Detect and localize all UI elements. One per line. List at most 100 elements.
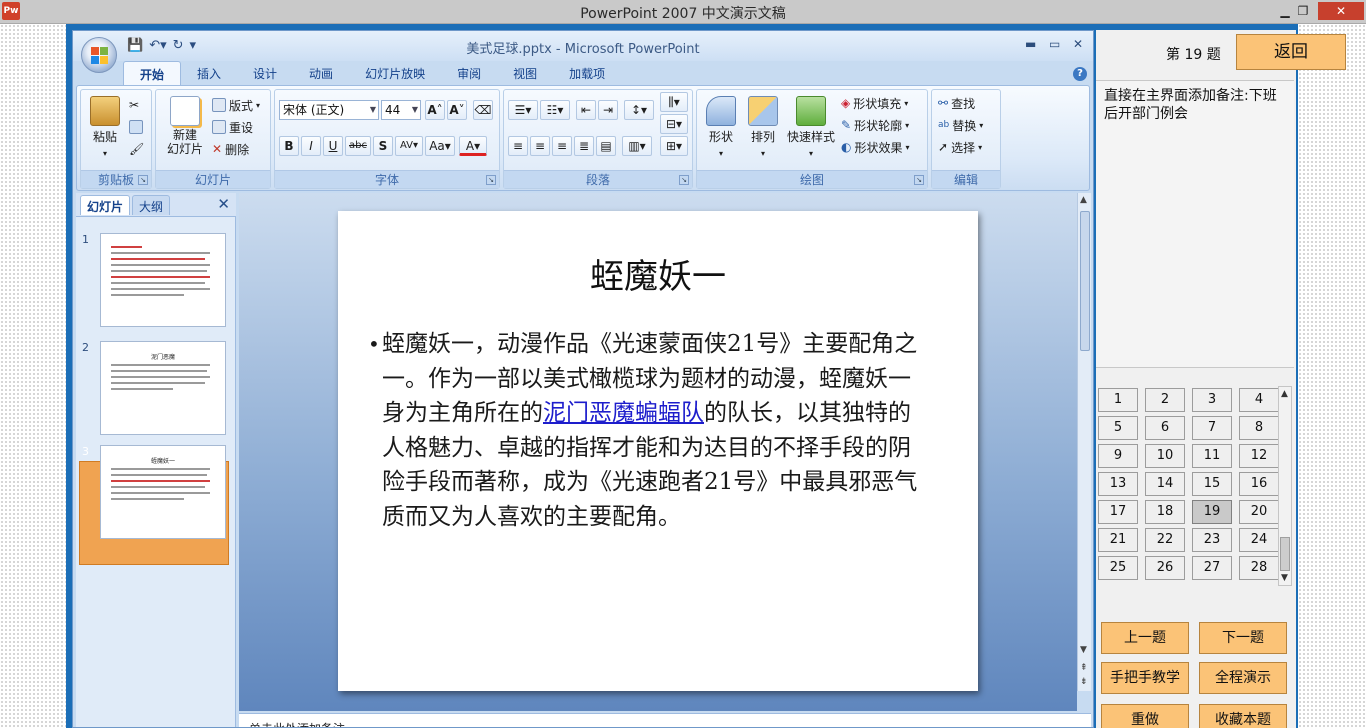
clear-format-button[interactable]: ⌫ bbox=[473, 100, 493, 120]
justify-button[interactable]: ≣ bbox=[574, 136, 594, 156]
columns-button[interactable]: ▥▾ bbox=[622, 136, 652, 156]
slide-vertical-scrollbar[interactable]: ▲ ▼ ⇞ ⇟ bbox=[1077, 193, 1091, 691]
change-case-button[interactable]: Aa▾ bbox=[425, 136, 455, 156]
drawing-launcher-icon[interactable]: ↘ bbox=[914, 175, 924, 185]
align-center-button[interactable]: ≡ bbox=[530, 136, 550, 156]
question-number-button[interactable]: 7 bbox=[1192, 416, 1232, 440]
question-number-button[interactable]: 9 bbox=[1098, 444, 1138, 468]
close-pane-icon[interactable]: ✕ bbox=[217, 195, 230, 213]
format-painter-button[interactable]: 🖌 bbox=[129, 140, 144, 158]
font-launcher-icon[interactable]: ↘ bbox=[486, 175, 496, 185]
paste-button[interactable]: 粘贴 ▾ bbox=[85, 96, 125, 159]
strikethrough-button[interactable]: abc bbox=[345, 136, 371, 156]
ppt-restore-button[interactable]: ▭ bbox=[1049, 37, 1060, 51]
slide-body[interactable]: • 蛭魔妖一，动漫作品《光速蒙面侠21号》主要配角之一。作为一部以美式橄榄球为题… bbox=[368, 327, 922, 534]
slide-title[interactable]: 蛭魔妖一 bbox=[338, 249, 978, 298]
tab-view[interactable]: 视图 bbox=[497, 61, 553, 85]
char-spacing-button[interactable]: AV▾ bbox=[395, 136, 423, 156]
tab-outline[interactable]: 大纲 bbox=[132, 195, 171, 215]
shadow-button[interactable]: S bbox=[373, 136, 393, 156]
smartart-button[interactable]: ⊞▾ bbox=[660, 136, 688, 156]
question-number-button[interactable]: 4 bbox=[1239, 388, 1279, 412]
notes-pane[interactable]: 单击此处添加备注 bbox=[239, 713, 1091, 727]
tab-slideshow[interactable]: 幻灯片放映 bbox=[349, 61, 441, 85]
shapes-button[interactable]: 形状 ▾ bbox=[701, 96, 741, 159]
question-number-button[interactable]: 23 bbox=[1192, 528, 1232, 552]
question-number-button[interactable]: 6 bbox=[1145, 416, 1185, 440]
question-number-button[interactable]: 21 bbox=[1098, 528, 1138, 552]
reset-button[interactable]: 重设 bbox=[212, 118, 253, 136]
text-direction-button[interactable]: ⫼▾ bbox=[660, 92, 688, 112]
numbering-button[interactable]: ☷▾ bbox=[540, 100, 570, 120]
thumbnail-slide-2[interactable]: 泥门恶魔 bbox=[100, 341, 226, 435]
question-number-button[interactable]: 3 bbox=[1192, 388, 1232, 412]
find-button[interactable]: ⚯ 查找 bbox=[938, 94, 975, 112]
tab-addins[interactable]: 加载项 bbox=[553, 61, 621, 85]
question-number-button[interactable]: 16 bbox=[1239, 472, 1279, 496]
question-number-button[interactable]: 25 bbox=[1098, 556, 1138, 580]
font-color-button[interactable]: A▾ bbox=[459, 136, 487, 156]
question-number-button[interactable]: 8 bbox=[1239, 416, 1279, 440]
tutorial-button[interactable]: 手把手教学 bbox=[1101, 662, 1189, 694]
underline-button[interactable]: U bbox=[323, 136, 343, 156]
cut-button[interactable]: ✂ bbox=[129, 96, 139, 114]
layout-button[interactable]: 版式 ▾ bbox=[212, 96, 260, 114]
favorite-button[interactable]: 收藏本题 bbox=[1199, 704, 1287, 728]
thumbnail-slide-3[interactable]: 蛭魔妖一 bbox=[100, 445, 226, 539]
close-button[interactable]: ✕ bbox=[1318, 2, 1364, 20]
tab-slides[interactable]: 幻灯片 bbox=[80, 195, 131, 215]
question-number-button[interactable]: 20 bbox=[1239, 500, 1279, 524]
maximize-button[interactable]: ❐ bbox=[1290, 2, 1316, 20]
thumbnail-slide-1[interactable] bbox=[100, 233, 226, 327]
align-text-button[interactable]: ⊟▾ bbox=[660, 114, 688, 134]
question-number-button[interactable]: 10 bbox=[1145, 444, 1185, 468]
line-spacing-button[interactable]: ↕▾ bbox=[624, 100, 654, 120]
shape-outline-button[interactable]: ✎ 形状轮廓 ▾ bbox=[841, 116, 909, 134]
question-number-button[interactable]: 19 bbox=[1192, 500, 1232, 524]
full-demo-button[interactable]: 全程演示 bbox=[1199, 662, 1287, 694]
select-button[interactable]: ➚ 选择 ▾ bbox=[938, 138, 982, 156]
question-number-button[interactable]: 17 bbox=[1098, 500, 1138, 524]
shrink-font-button[interactable]: A˅ bbox=[447, 100, 467, 120]
question-number-button[interactable]: 13 bbox=[1098, 472, 1138, 496]
office-button[interactable] bbox=[81, 37, 117, 73]
question-number-button[interactable]: 2 bbox=[1145, 388, 1185, 412]
prev-question-button[interactable]: 上一题 bbox=[1101, 622, 1189, 654]
redo-question-button[interactable]: 重做 bbox=[1101, 704, 1189, 728]
tab-insert[interactable]: 插入 bbox=[181, 61, 237, 85]
question-number-button[interactable]: 12 bbox=[1239, 444, 1279, 468]
question-number-button[interactable]: 22 bbox=[1145, 528, 1185, 552]
help-icon[interactable]: ? bbox=[1073, 67, 1087, 81]
italic-button[interactable]: I bbox=[301, 136, 321, 156]
question-number-button[interactable]: 18 bbox=[1145, 500, 1185, 524]
quick-styles-button[interactable]: 快速样式 ▾ bbox=[785, 96, 837, 159]
bullets-button[interactable]: ☰▾ bbox=[508, 100, 538, 120]
paragraph-launcher-icon[interactable]: ↘ bbox=[679, 175, 689, 185]
question-number-button[interactable]: 26 bbox=[1145, 556, 1185, 580]
question-number-button[interactable]: 28 bbox=[1239, 556, 1279, 580]
tab-home[interactable]: 开始 bbox=[123, 61, 182, 85]
question-number-button[interactable]: 11 bbox=[1192, 444, 1232, 468]
grow-font-button[interactable]: A˄ bbox=[425, 100, 445, 120]
new-slide-button[interactable]: 新建 幻灯片 bbox=[160, 96, 210, 156]
font-size-select[interactable]: 44 ▼ bbox=[381, 100, 421, 120]
ppt-minimize-button[interactable]: ▬ bbox=[1025, 37, 1036, 51]
question-number-button[interactable]: 27 bbox=[1192, 556, 1232, 580]
increase-indent-button[interactable]: ⇥ bbox=[598, 100, 618, 120]
decrease-indent-button[interactable]: ⇤ bbox=[576, 100, 596, 120]
question-number-button[interactable]: 14 bbox=[1145, 472, 1185, 496]
replace-button[interactable]: ab 替换 ▾ bbox=[938, 116, 983, 134]
shape-fill-button[interactable]: ◈ 形状填充 ▾ bbox=[841, 94, 908, 112]
tab-animation[interactable]: 动画 bbox=[293, 61, 349, 85]
question-number-button[interactable]: 15 bbox=[1192, 472, 1232, 496]
delete-slide-button[interactable]: ✕ 删除 bbox=[212, 140, 249, 158]
question-number-button[interactable]: 1 bbox=[1098, 388, 1138, 412]
distribute-button[interactable]: ▤ bbox=[596, 136, 616, 156]
back-button[interactable]: 返回 bbox=[1236, 34, 1346, 70]
align-right-button[interactable]: ≡ bbox=[552, 136, 572, 156]
shape-effects-button[interactable]: ◐ 形状效果 ▾ bbox=[841, 138, 910, 156]
bold-button[interactable]: B bbox=[279, 136, 299, 156]
next-question-button[interactable]: 下一题 bbox=[1199, 622, 1287, 654]
question-number-button[interactable]: 24 bbox=[1239, 528, 1279, 552]
align-left-button[interactable]: ≡ bbox=[508, 136, 528, 156]
